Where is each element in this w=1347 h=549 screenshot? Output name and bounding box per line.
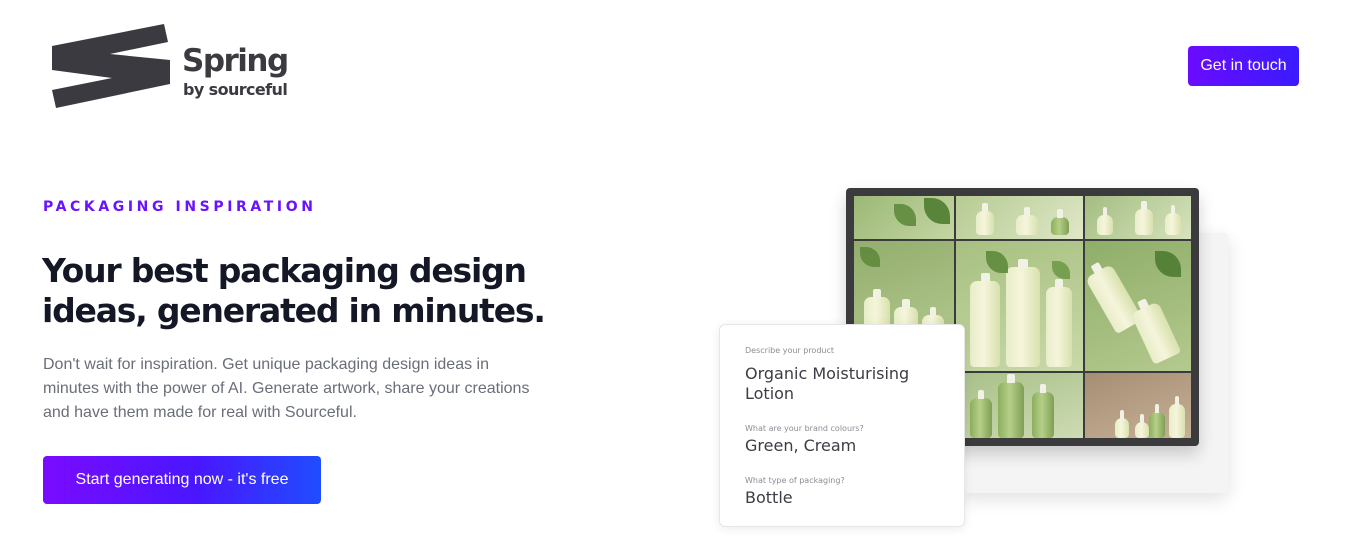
logo-subtitle: by sourceful [183, 80, 288, 99]
packaging-type-value: Bottle [745, 488, 793, 507]
spring-logo[interactable]: Spring by sourceful [50, 24, 290, 110]
design-thumbnail [854, 196, 954, 239]
section-eyebrow: PACKAGING INSPIRATION [43, 199, 317, 215]
get-in-touch-button[interactable]: Get in touch [1188, 46, 1299, 86]
headline-line-1: Your best packaging design [42, 251, 527, 290]
design-thumbnail [1085, 196, 1191, 239]
hero-description: Don't wait for inspiration. Get unique p… [43, 356, 530, 421]
design-thumbnail [1085, 241, 1191, 371]
design-thumbnail [956, 373, 1083, 438]
product-brief-card: Describe your product Organic Moisturisi… [719, 324, 965, 527]
design-thumbnail [956, 241, 1083, 371]
headline-line-2: ideas, generated in minutes. [42, 291, 546, 330]
spring-s-mark-icon [52, 24, 170, 108]
product-description-label: Describe your product [745, 346, 835, 355]
start-generating-button[interactable]: Start generating now - it's free [43, 456, 321, 504]
brand-colours-label: What are your brand colours? [745, 424, 864, 433]
design-thumbnail [1085, 373, 1191, 438]
brand-colours-value: Green, Cream [745, 436, 857, 455]
design-thumbnail [956, 196, 1083, 239]
hero-headline: Your best packaging design ideas, genera… [42, 251, 602, 331]
product-description-value: Organic Moisturising Lotion [745, 364, 910, 403]
logo-wordmark: Spring [182, 43, 289, 79]
packaging-type-label: What type of packaging? [745, 476, 845, 485]
